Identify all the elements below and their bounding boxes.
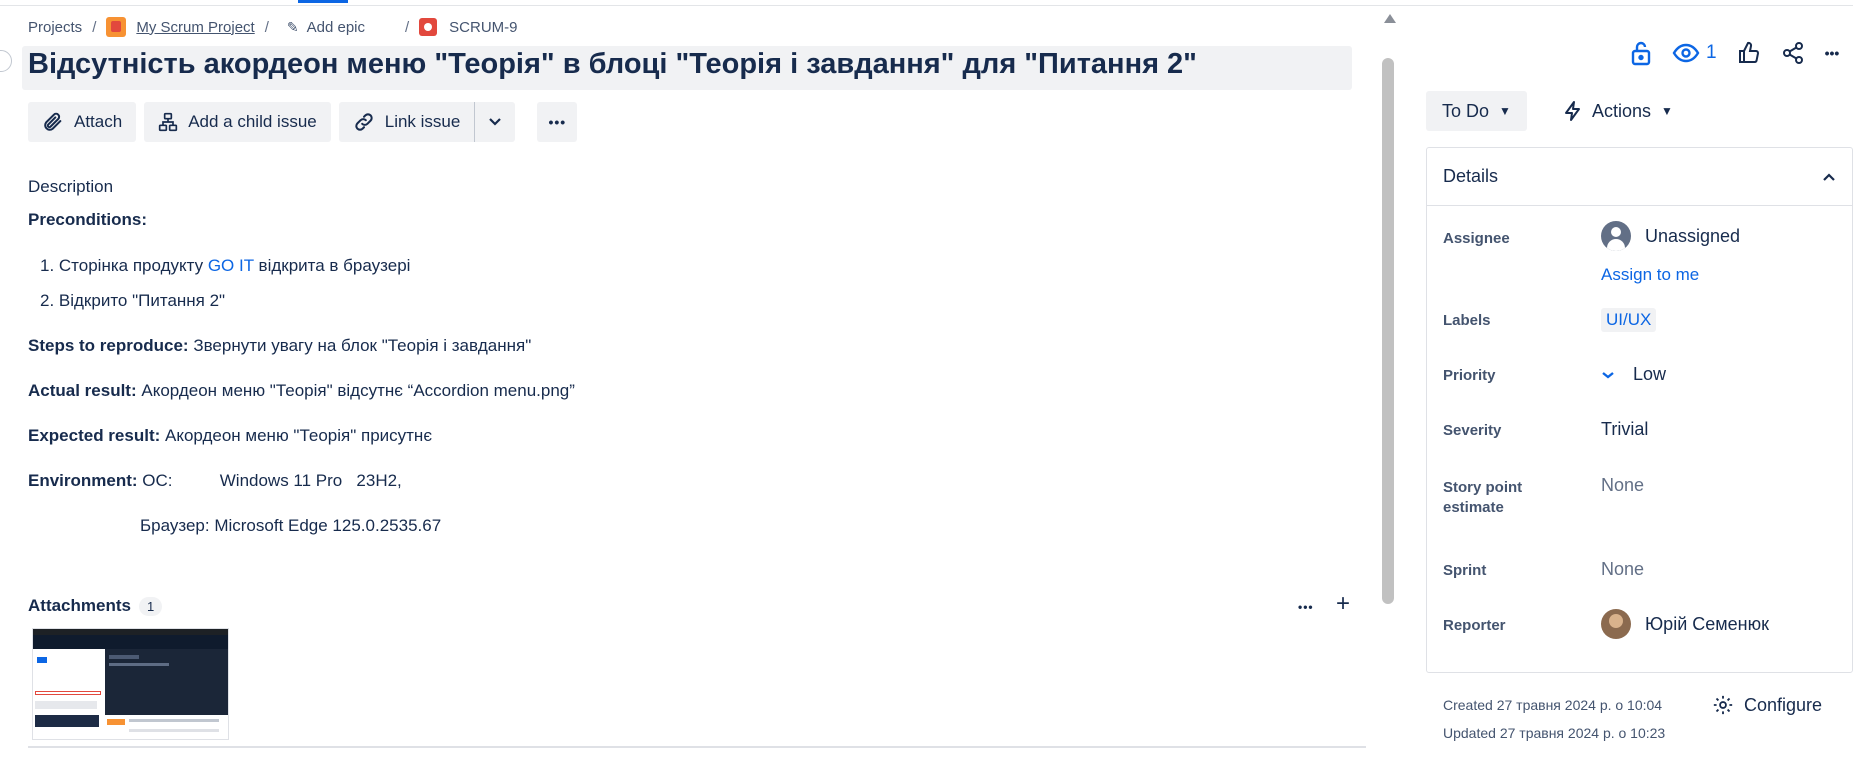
share-button[interactable] <box>1781 41 1805 65</box>
breadcrumb-issue-key[interactable]: SCRUM-9 <box>449 19 517 36</box>
pencil-icon: ✎ <box>286 18 299 35</box>
breadcrumb-separator: / <box>405 18 410 36</box>
issue-header-actions: 1 ••• <box>1630 38 1839 68</box>
configure-label: Configure <box>1744 694 1823 715</box>
labels-field[interactable]: UI/UX <box>1601 308 1657 332</box>
attachments-count-badge: 1 <box>138 596 163 616</box>
updated-timestamp: Updated 27 травня 2024 р. о 10:23 <box>1443 725 1666 741</box>
attachments-heading: Attachments 1 <box>28 596 163 616</box>
more-icon: ••• <box>1824 45 1840 61</box>
actions-label: Actions <box>1592 100 1652 121</box>
add-epic-button[interactable]: ✎ Add epic <box>287 19 365 36</box>
expected-result: Expected result: Акордеон меню "Теорія" … <box>28 426 432 445</box>
attach-button[interactable]: Attach <box>28 102 137 142</box>
unlock-icon <box>1631 41 1651 66</box>
add-attachment-icon[interactable]: + <box>1336 590 1350 618</box>
preconditions-heading: Preconditions: <box>28 210 148 229</box>
add-child-issue-button[interactable]: Add a child issue <box>144 102 331 142</box>
story-point-label: Story point estimate <box>1443 479 1523 516</box>
sprint-label: Sprint <box>1443 562 1487 579</box>
details-title: Details <box>1443 166 1499 186</box>
precondition-item-1: 1. Сторінка продукту GO IT відкрита в бр… <box>40 256 411 275</box>
link-issue-label: Link issue <box>384 112 461 131</box>
environment-browser: Браузер: Microsoft Edge 125.0.2535.67 <box>140 516 442 535</box>
issue-more-button[interactable]: ••• <box>1825 45 1840 61</box>
add-child-issue-label: Add a child issue <box>188 112 317 131</box>
attachment-thumbnail[interactable] <box>32 628 229 740</box>
labels-label: Labels <box>1443 312 1491 329</box>
more-icon: ••• <box>548 114 567 130</box>
precondition-item-2: 2. Відкрито "Питання 2" <box>40 291 226 310</box>
collapse-sidebar-handle[interactable] <box>0 50 12 72</box>
vote-button[interactable] <box>1737 41 1761 65</box>
top-divider <box>0 5 1853 6</box>
watch-button[interactable]: 1 <box>1672 42 1717 64</box>
chevron-up-icon <box>1823 172 1835 181</box>
reporter-value: Юрій Семенюк <box>1645 613 1769 634</box>
paperclip-icon <box>44 112 62 131</box>
lightning-icon <box>1565 101 1580 121</box>
assign-to-me-link[interactable]: Assign to me <box>1601 265 1699 285</box>
attach-label: Attach <box>74 112 123 131</box>
status-dropdown[interactable]: To Do ▼ <box>1426 91 1527 131</box>
assignee-value: Unassigned <box>1645 225 1741 246</box>
thumbs-up-icon <box>1738 41 1759 63</box>
attachments-more-button[interactable]: ••• <box>1298 594 1314 617</box>
actions-dropdown[interactable]: Actions ▼ <box>1556 91 1681 131</box>
assignee-label: Assignee <box>1443 230 1510 247</box>
story-point-value[interactable]: None <box>1601 475 1644 496</box>
breadcrumb-project[interactable]: My Scrum Project <box>136 19 254 36</box>
breadcrumb-separator: / <box>264 18 269 36</box>
share-icon <box>1782 42 1803 64</box>
breadcrumb-separator: / <box>92 18 97 36</box>
reporter-avatar <box>1601 609 1631 639</box>
priority-label: Priority <box>1443 367 1496 384</box>
link-issue-dropdown[interactable] <box>475 102 515 142</box>
description-heading: Description <box>28 177 114 196</box>
add-epic-label: Add epic <box>306 18 365 36</box>
assignee-field[interactable]: Unassigned <box>1601 221 1740 251</box>
project-icon <box>106 17 127 37</box>
priority-low-icon <box>1602 371 1614 379</box>
sprint-value[interactable]: None <box>1601 559 1644 580</box>
severity-label: Severity <box>1443 422 1502 439</box>
label-chip[interactable]: UI/UX <box>1601 308 1657 332</box>
watch-count: 1 <box>1706 42 1717 63</box>
breadcrumb-projects[interactable]: Projects <box>28 19 82 36</box>
content-divider <box>28 746 1366 748</box>
reporter-label: Reporter <box>1443 617 1506 634</box>
configure-button[interactable]: Configure <box>1712 694 1822 716</box>
active-tab-indicator <box>298 0 348 3</box>
link-issue-split-button: Link issue <box>338 102 516 142</box>
created-timestamp: Created 27 травня 2024 р. о 10:04 <box>1443 697 1663 713</box>
eye-icon <box>1672 43 1700 63</box>
status-value: To Do <box>1442 100 1490 121</box>
link-icon <box>355 113 373 131</box>
chevron-down-icon <box>489 118 502 126</box>
gear-icon <box>1713 695 1733 715</box>
issue-toolbar: Attach Add a child issue Link issue ••• <box>28 102 578 142</box>
scroll-up-arrow[interactable] <box>1384 14 1396 23</box>
more-actions-button[interactable]: ••• <box>537 102 578 142</box>
reporter-field[interactable]: Юрій Семенюк <box>1601 609 1769 639</box>
bug-type-icon <box>419 18 438 36</box>
priority-field[interactable]: Low <box>1601 364 1666 385</box>
priority-value: Low <box>1633 364 1667 384</box>
details-panel: Details Assignee Unassigned Assign to me… <box>1426 147 1853 673</box>
environment-os: Environment: ОС: Windows 11 Pro 23H2, <box>28 471 402 490</box>
actual-result: Actual result: Акордеон меню "Теорія" ві… <box>28 381 575 400</box>
severity-value[interactable]: Trivial <box>1601 419 1648 440</box>
restrictions-button[interactable] <box>1630 40 1652 66</box>
chevron-down-icon: ▼ <box>1661 104 1673 118</box>
go-it-link[interactable]: GO IT <box>208 256 254 275</box>
chevron-down-icon: ▼ <box>1499 104 1511 118</box>
issue-title[interactable]: Відсутність акордеон меню "Теорія" в бло… <box>28 48 1197 81</box>
scrollbar-thumb[interactable] <box>1382 58 1394 604</box>
breadcrumb: Projects / My Scrum Project / ✎ Add epic… <box>28 14 518 40</box>
steps-to-reproduce: Steps to reproduce: Звернути увагу на бл… <box>28 336 532 355</box>
details-header[interactable]: Details <box>1427 148 1852 206</box>
link-issue-button[interactable]: Link issue <box>339 102 476 142</box>
unassigned-avatar-icon <box>1601 221 1631 251</box>
hierarchy-icon <box>159 112 178 132</box>
